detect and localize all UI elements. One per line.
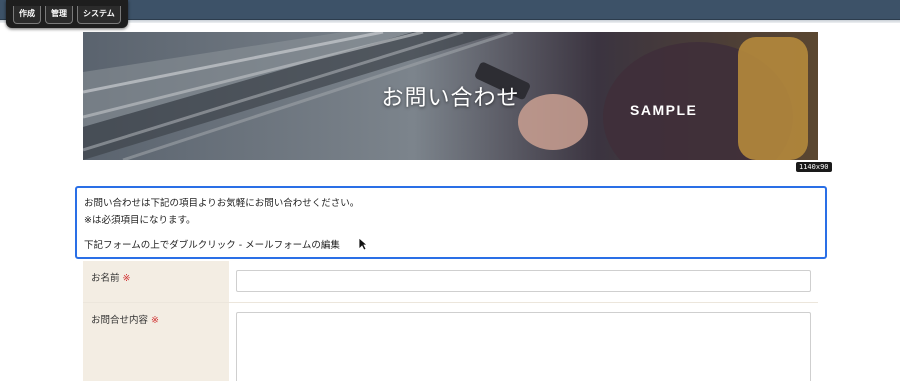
menu-manage-button[interactable]: 管理 bbox=[45, 6, 73, 24]
admin-menu: 作成 管理 システム bbox=[6, 0, 128, 28]
name-label: お名前 bbox=[91, 273, 120, 284]
intro-text-block[interactable]: お問い合わせは下記の項目よりお気軽にお問い合わせください。 ※は必須項目になりま… bbox=[75, 186, 827, 259]
intro-line-2: ※は必須項目になります。 bbox=[84, 215, 196, 226]
form-row-name: お名前 ※ bbox=[83, 261, 818, 303]
contact-form: お名前 ※ お問合せ内容 ※ bbox=[83, 261, 818, 381]
name-input[interactable] bbox=[236, 270, 811, 292]
edit-hint: 下記フォームの上でダブルクリック - メールフォームの編集 bbox=[84, 240, 340, 251]
required-mark: ※ bbox=[122, 273, 131, 284]
form-row-content: お問合せ内容 ※ bbox=[83, 303, 818, 381]
intro-line-1: お問い合わせは下記の項目よりお気軽にお問い合わせください。 bbox=[84, 198, 360, 209]
required-mark: ※ bbox=[151, 315, 159, 326]
name-label-cell: お名前 ※ bbox=[83, 261, 229, 302]
image-size-badge: 1140x90 bbox=[796, 162, 832, 172]
name-field-cell bbox=[229, 261, 818, 302]
content-textarea[interactable] bbox=[236, 312, 811, 381]
menu-create-button[interactable]: 作成 bbox=[13, 6, 41, 24]
toolbar-shadow bbox=[0, 20, 900, 23]
content-label: お問合せ内容 bbox=[91, 315, 149, 326]
menu-system-button[interactable]: システム bbox=[77, 6, 121, 24]
top-toolbar bbox=[0, 0, 900, 20]
content-label-cell: お問合せ内容 ※ bbox=[83, 303, 229, 381]
content-field-cell bbox=[229, 303, 818, 381]
hero-banner[interactable]: お問い合わせ SAMPLE bbox=[83, 32, 818, 160]
hero-title: お問い合わせ bbox=[381, 86, 520, 111]
hero-sample-label: SAMPLE bbox=[630, 102, 698, 118]
mouse-pointer-icon bbox=[358, 237, 368, 251]
